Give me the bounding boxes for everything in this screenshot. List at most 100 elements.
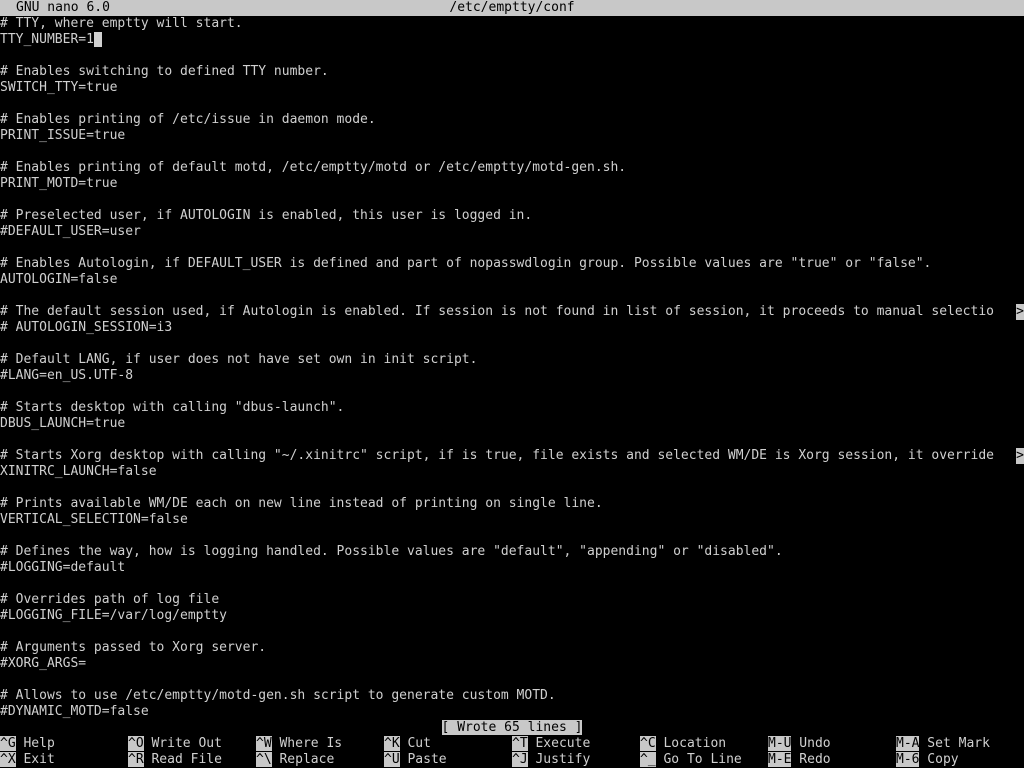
shortcut-bar: ^G Help ^X Exit ^O Write Out ^R Read File ^W… [0, 736, 1024, 768]
shortcut-label: Cut [399, 736, 431, 751]
shortcut-key: ^G [0, 736, 16, 751]
editor-line[interactable]: #LOGGING_FILE=/var/log/emptty [0, 608, 1024, 624]
editor-line[interactable] [0, 576, 1024, 592]
line-text: # Arguments passed to Xorg server. [0, 640, 267, 655]
editor-line[interactable]: # Defines the way, how is logging handle… [0, 544, 1024, 560]
line-text: #XORG_ARGS= [0, 656, 87, 671]
editor-line[interactable]: # Prints available WM/DE each on new lin… [0, 496, 1024, 512]
editor-line[interactable]: DBUS_LAUNCH=true [0, 416, 1024, 432]
editor-line[interactable]: TTY_NUMBER=1 [0, 32, 1024, 48]
shortcut-label: Go To Line [655, 752, 742, 767]
editor-line[interactable]: #DYNAMIC_MOTD=false [0, 704, 1024, 720]
line-text: # Starts desktop with calling "dbus-laun… [0, 400, 345, 415]
line-text: # Prints available WM/DE each on new lin… [0, 496, 603, 511]
editor-line[interactable] [0, 288, 1024, 304]
shortcut-key: ^U [384, 752, 400, 767]
shortcut-key: M-E [768, 752, 792, 767]
line-text: PRINT_MOTD=true [0, 176, 118, 191]
line-text: TTY_NUMBER=1 [0, 32, 94, 47]
editor-line[interactable]: # Default LANG, if user does not have se… [0, 352, 1024, 368]
shortcut-paste[interactable]: ^U Paste [384, 752, 447, 768]
shortcut-key: M-U [768, 736, 792, 751]
editor-line[interactable]: # Starts Xorg desktop with calling "~/.x… [0, 448, 1024, 464]
shortcut-label: Location [655, 736, 727, 751]
shortcut-copy[interactable]: M-6 Copy [896, 752, 959, 768]
editor-line[interactable]: #LOGGING=default [0, 560, 1024, 576]
line-overflow-marker: > [1016, 448, 1024, 464]
shortcut-location[interactable]: ^C Location [640, 736, 726, 752]
editor-line[interactable] [0, 528, 1024, 544]
editor-line[interactable]: SWITCH_TTY=true [0, 80, 1024, 96]
shortcut-key: ^J [512, 752, 528, 767]
line-text: #LANG=en_US.UTF-8 [0, 368, 134, 383]
editor-line[interactable]: PRINT_ISSUE=true [0, 128, 1024, 144]
shortcut-execute[interactable]: ^T Execute [512, 736, 590, 752]
editor-line[interactable]: AUTOLOGIN=false [0, 272, 1024, 288]
shortcut-key: ^\ [256, 752, 272, 767]
shortcut-set-mark[interactable]: M-A Set Mark [896, 736, 990, 752]
line-text: # Default LANG, if user does not have se… [0, 352, 478, 367]
shortcut-key: M-6 [896, 752, 920, 767]
status-bar: [ Wrote 65 lines ] [0, 720, 1024, 736]
editor-line[interactable]: # Arguments passed to Xorg server. [0, 640, 1024, 656]
editor-line[interactable]: PRINT_MOTD=true [0, 176, 1024, 192]
editor-line[interactable]: #LANG=en_US.UTF-8 [0, 368, 1024, 384]
editor-line[interactable] [0, 384, 1024, 400]
line-text: # The default session used, if Autologin… [0, 304, 994, 319]
shortcut-key: M-A [896, 736, 920, 751]
shortcut-label: Undo [791, 736, 831, 751]
shortcut-where-is[interactable]: ^W Where Is [256, 736, 342, 752]
editor-line[interactable] [0, 480, 1024, 496]
editor-line[interactable] [0, 192, 1024, 208]
shortcut-exit[interactable]: ^X Exit [0, 752, 55, 768]
line-text: #LOGGING=default [0, 560, 126, 575]
line-text: # Allows to use /etc/emptty/motd-gen.sh … [0, 688, 556, 703]
shortcut-label: Execute [527, 736, 591, 751]
editor-line[interactable]: # AUTOLOGIN_SESSION=i3 [0, 320, 1024, 336]
line-text: # AUTOLOGIN_SESSION=i3 [0, 320, 173, 335]
editor-line[interactable]: # Allows to use /etc/emptty/motd-gen.sh … [0, 688, 1024, 704]
editor-line[interactable]: VERTICAL_SELECTION=false [0, 512, 1024, 528]
editor-line[interactable] [0, 240, 1024, 256]
shortcut-key: ^X [0, 752, 16, 767]
shortcut-help[interactable]: ^G Help [0, 736, 55, 752]
editor-line[interactable] [0, 672, 1024, 688]
shortcut-key: ^O [128, 736, 144, 751]
shortcut-label: Redo [791, 752, 831, 767]
editor-line[interactable]: XINITRC_LAUNCH=false [0, 464, 1024, 480]
shortcut-key: ^K [384, 736, 400, 751]
editor-line[interactable] [0, 144, 1024, 160]
line-text: #LOGGING_FILE=/var/log/emptty [0, 608, 227, 623]
editor-line[interactable]: # Enables printing of /etc/issue in daem… [0, 112, 1024, 128]
line-overflow-marker: > [1016, 304, 1024, 320]
shortcut-label: Replace [271, 752, 335, 767]
editor-line[interactable]: # TTY, where emptty will start. [0, 16, 1024, 32]
editor-line[interactable]: #XORG_ARGS= [0, 656, 1024, 672]
editor-line[interactable]: #DEFAULT_USER=user [0, 224, 1024, 240]
line-text: # Starts Xorg desktop with calling "~/.x… [0, 448, 994, 463]
shortcut-justify[interactable]: ^J Justify [512, 752, 590, 768]
shortcut-go-to-line[interactable]: ^_ Go To Line [640, 752, 742, 768]
shortcut-undo[interactable]: M-U Undo [768, 736, 831, 752]
editor-line[interactable]: # Overrides path of log file [0, 592, 1024, 608]
editor-line[interactable]: # Preselected user, if AUTOLOGIN is enab… [0, 208, 1024, 224]
editor-line[interactable] [0, 624, 1024, 640]
shortcut-write-out[interactable]: ^O Write Out [128, 736, 222, 752]
editor-line[interactable] [0, 48, 1024, 64]
editor-line[interactable] [0, 96, 1024, 112]
editor-line[interactable]: # Enables switching to defined TTY numbe… [0, 64, 1024, 80]
line-text: # Overrides path of log file [0, 592, 220, 607]
editor-line[interactable]: # The default session used, if Autologin… [0, 304, 1024, 320]
shortcut-label: Where Is [271, 736, 343, 751]
shortcut-redo[interactable]: M-E Redo [768, 752, 831, 768]
editor-buffer[interactable]: # TTY, where emptty will start. TTY_NUMBE… [0, 16, 1024, 720]
editor-line[interactable]: # Starts desktop with calling "dbus-laun… [0, 400, 1024, 416]
shortcut-cut[interactable]: ^K Cut [384, 736, 431, 752]
shortcut-key: ^C [640, 736, 656, 751]
shortcut-read-file[interactable]: ^R Read File [128, 752, 222, 768]
shortcut-replace[interactable]: ^\ Replace [256, 752, 334, 768]
editor-line[interactable]: # Enables Autologin, if DEFAULT_USER is … [0, 256, 1024, 272]
editor-line[interactable]: # Enables printing of default motd, /etc… [0, 160, 1024, 176]
editor-line[interactable] [0, 336, 1024, 352]
editor-line[interactable] [0, 432, 1024, 448]
